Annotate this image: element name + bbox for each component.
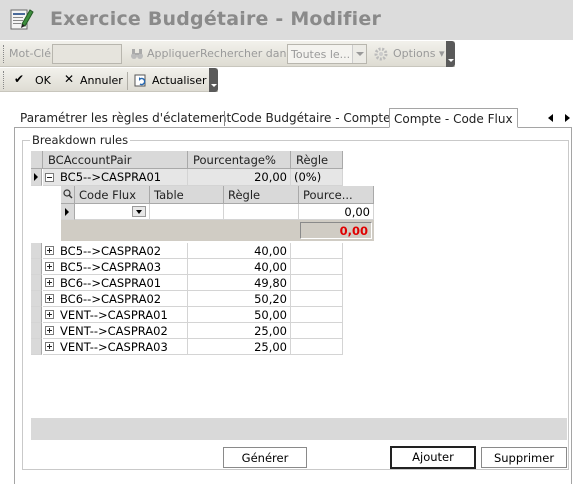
options-label: Options (393, 47, 436, 60)
tab-breakdown-rules[interactable]: Paramétrer les règles d'éclatement (16, 108, 235, 128)
expand-icon[interactable] (45, 294, 54, 303)
row-percent: 50,20 (188, 291, 291, 307)
tab-strip: Paramétrer les règles d'éclatement Code … (14, 108, 572, 128)
table-row[interactable]: BC6-->CASPRA01 49,80 (31, 275, 343, 291)
refresh-icon (134, 74, 146, 87)
table-row[interactable]: VENT-->CASPRA03 25,00 (31, 339, 343, 355)
table-row[interactable]: BC5-->CASPRA01 20,00 (0%) (31, 169, 343, 186)
table-row[interactable]: BC6-->CASPRA02 50,20 (31, 291, 343, 307)
toolbar-grip[interactable] (3, 71, 6, 89)
row-percent: 20,00 (188, 169, 291, 186)
keyword-input[interactable] (52, 44, 122, 64)
row-percent: 25,00 (188, 339, 291, 355)
table-row[interactable]: BC5-->CASPRA03 40,00 (31, 259, 343, 275)
row-pair: BC6-->CASPRA01 (43, 275, 188, 291)
row-percent: 50,00 (188, 307, 291, 323)
grid-footer (31, 418, 567, 440)
action-toolbar: ✔ OK ✕ Annuler Actualiser (0, 68, 218, 92)
check-icon: ✔ (14, 72, 25, 86)
table-cell[interactable] (150, 204, 224, 220)
row-percent: 40,00 (188, 259, 291, 275)
expand-icon[interactable] (45, 342, 54, 351)
detail-header-rule[interactable]: Règle (224, 186, 299, 204)
rule-cell[interactable] (224, 204, 299, 220)
search-in-select[interactable]: Toutes le... (287, 44, 367, 64)
search-icon (63, 189, 73, 199)
close-icon: ✕ (64, 72, 75, 86)
group-legend: Breakdown rules (30, 133, 131, 147)
search-in-label: Rechercher dans (200, 47, 293, 60)
expand-icon[interactable] (45, 262, 54, 271)
tab-divider (224, 111, 225, 126)
row-pair: BC5-->CASPRA02 (43, 243, 188, 259)
delete-button[interactable]: Supprimer (481, 447, 567, 468)
row-pair: VENT-->CASPRA01 (43, 307, 188, 323)
options-button[interactable]: Options ▾ (393, 47, 444, 60)
row-rule (291, 259, 343, 275)
table-row[interactable]: VENT-->CASPRA02 25,00 (31, 323, 343, 339)
cancel-button[interactable]: Annuler (80, 74, 123, 87)
binoculars-icon[interactable] (130, 47, 144, 61)
row-percent: 49,80 (188, 275, 291, 291)
grid-corner (31, 151, 43, 169)
app-edit-icon (10, 9, 34, 30)
row-pair: BC6-->CASPRA02 (43, 291, 188, 307)
tab-budget-code-account[interactable]: Code Budgétaire - Compte (227, 108, 395, 128)
row-rule (291, 323, 343, 339)
title-bar: Exercice Budgétaire - Modifier (0, 0, 573, 40)
tab-scroll-right-icon[interactable] (565, 114, 570, 122)
toolbar-grip[interactable] (3, 45, 6, 63)
row-rule (291, 339, 343, 355)
ok-button[interactable]: OK (35, 74, 51, 87)
toolbar-overflow[interactable] (209, 68, 218, 92)
toolbar-overflow[interactable] (446, 41, 455, 67)
code-flux-select[interactable] (75, 204, 150, 220)
new-row-icon (65, 208, 69, 216)
row-pair: BC5-->CASPRA01 (43, 169, 188, 186)
row-pair: VENT-->CASPRA02 (43, 323, 188, 339)
row-pair: VENT-->CASPRA03 (43, 339, 188, 355)
toolbar-separator (127, 72, 128, 90)
column-header-percent[interactable]: Pourcentage% (188, 151, 291, 169)
percent-cell[interactable]: 0,00 (299, 204, 374, 220)
detail-search-corner[interactable] (61, 186, 75, 204)
chevron-down-icon[interactable] (132, 206, 146, 217)
generate-button[interactable]: Générer (223, 447, 307, 468)
column-header-rule[interactable]: Règle (291, 151, 343, 169)
collapse-icon[interactable] (45, 173, 54, 182)
add-button[interactable]: Ajouter (390, 446, 476, 469)
detail-header-table[interactable]: Table (150, 186, 224, 204)
window-title: Exercice Budgétaire - Modifier (50, 8, 382, 30)
row-pair: BC5-->CASPRA03 (43, 259, 188, 275)
row-rule (291, 307, 343, 323)
search-in-value: Toutes le... (291, 48, 351, 61)
detail-total: 0,00 (300, 222, 372, 239)
tab-scroll-left-icon[interactable] (548, 114, 553, 122)
expand-icon[interactable] (45, 310, 54, 319)
detail-header-code-flux[interactable]: Code Flux (75, 186, 150, 204)
expand-icon[interactable] (45, 246, 54, 255)
row-rule: (0%) (291, 169, 343, 186)
row-percent: 25,00 (188, 323, 291, 339)
expand-icon[interactable] (45, 326, 54, 335)
chevron-down-icon[interactable] (352, 45, 366, 63)
keyword-label: Mot-Clé (9, 47, 52, 60)
gear-icon (374, 47, 388, 61)
detail-row[interactable]: 0,00 (75, 204, 374, 220)
row-percent: 40,00 (188, 243, 291, 259)
refresh-button[interactable]: Actualiser (152, 74, 207, 87)
detail-header-percent[interactable]: Pource... (299, 186, 374, 204)
table-row[interactable]: BC5-->CASPRA02 40,00 (31, 243, 343, 259)
row-rule (291, 291, 343, 307)
apply-button[interactable]: Appliquer (147, 47, 200, 60)
table-row[interactable]: VENT-->CASPRA01 50,00 (31, 307, 343, 323)
column-header-pair[interactable]: BCAccountPair (43, 151, 188, 169)
row-rule (291, 243, 343, 259)
row-rule (291, 275, 343, 291)
expand-icon[interactable] (45, 278, 54, 287)
search-toolbar: Mot-Clé Appliquer Rechercher dans Toutes… (0, 41, 455, 67)
tab-account-flow-code[interactable]: Compte - Code Flux (389, 108, 518, 128)
